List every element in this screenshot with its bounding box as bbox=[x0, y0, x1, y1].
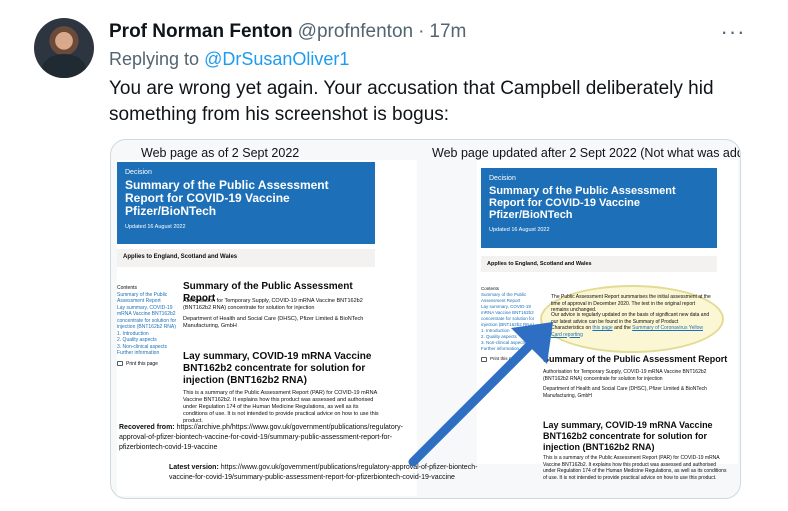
separator-dot: · bbox=[418, 21, 425, 42]
replying-to: Replying to @DrSusanOliver1 bbox=[109, 49, 349, 70]
callout-paragraph-1: The Public Assessment Report summarises … bbox=[551, 294, 711, 313]
contents-item[interactable]: Further information bbox=[117, 350, 179, 357]
tweet-image[interactable]: Web page as of 2 Sept 2022 Web page upda… bbox=[110, 139, 741, 499]
left-dept-text: Department of Health and Social Care (DH… bbox=[183, 316, 364, 329]
right-summary-heading: Summary of the Public Assessment Report bbox=[543, 354, 728, 364]
callout-link-this-page[interactable]: this page bbox=[592, 325, 612, 331]
right-banner-title: Summary of the Public Assessment Report … bbox=[489, 185, 676, 221]
tweet-text: You are wrong yet again. Your accusation… bbox=[109, 78, 714, 125]
left-auth-text: Authorisation for Temporary Supply, COVI… bbox=[183, 298, 363, 311]
arrow-annotation bbox=[408, 322, 553, 467]
author-name[interactable]: Prof Norman Fenton bbox=[109, 21, 293, 43]
replying-prefix: Replying to bbox=[109, 49, 200, 69]
left-lay-text: This is a summary of the Public Assessme… bbox=[183, 390, 379, 424]
print-label: Print this page bbox=[126, 360, 158, 367]
left-banner-date: Updated 16 August 2022 bbox=[125, 224, 186, 230]
right-auth-text: Authorisation for Temporary Supply, COVI… bbox=[543, 369, 707, 382]
recovered-from: Recovered from: https://archive.ph/https… bbox=[119, 423, 409, 453]
left-banner-title: Summary of the Public Assessment Report … bbox=[125, 178, 329, 218]
arrow-shaft bbox=[408, 337, 538, 467]
contents-item[interactable]: Summary of the Public Assessment Report bbox=[117, 292, 179, 305]
printer-icon bbox=[117, 361, 123, 367]
recovered-label: Recovered from: bbox=[119, 424, 175, 431]
right-lay-text: This is a summary of the Public Assessme… bbox=[543, 455, 727, 481]
tweet-time[interactable]: 17m bbox=[429, 21, 466, 43]
left-banner-kicker: Decision bbox=[125, 169, 152, 176]
left-lay-heading: Lay summary, COVID-19 mRNA Vaccine BNT16… bbox=[183, 351, 372, 386]
callout-paragraph-2: Our advice is regularly updated on the b… bbox=[551, 312, 711, 338]
left-caption: Web page as of 2 Sept 2022 bbox=[141, 146, 300, 160]
right-banner: Decision Summary of the Public Assessmen… bbox=[481, 168, 717, 248]
contents-item[interactable]: Summary of the Public Assessment Report bbox=[481, 292, 536, 304]
right-applies: Applies to England, Scotland and Wales bbox=[481, 256, 717, 272]
right-banner-date: Updated 16 August 2022 bbox=[489, 227, 550, 233]
right-banner-kicker: Decision bbox=[489, 175, 516, 182]
avatar[interactable] bbox=[34, 18, 94, 78]
callout-text-b: and the bbox=[614, 325, 631, 331]
author-handle[interactable]: @profnfenton bbox=[298, 21, 413, 43]
right-caption: Web page updated after 2 Sept 2022 (Not … bbox=[432, 146, 741, 160]
print-link[interactable]: Print this page bbox=[117, 361, 179, 368]
left-banner: Decision Summary of the Public Assessmen… bbox=[117, 162, 375, 244]
contents-item[interactable]: Lay summary, COVID-19 mRNA Vaccine BNT16… bbox=[117, 305, 179, 331]
left-applies: Applies to England, Scotland and Wales bbox=[117, 249, 375, 267]
tweet-header: Prof Norman Fenton @profnfenton · 17m bbox=[109, 19, 749, 45]
right-lay-heading: Lay summary, COVID-19 mRNA Vaccine BNT16… bbox=[543, 420, 713, 452]
replying-mention-link[interactable]: @DrSusanOliver1 bbox=[204, 49, 349, 69]
more-dots-icon[interactable]: ··· bbox=[713, 18, 753, 46]
latest-label: Latest version: bbox=[169, 464, 219, 471]
left-contents: Contents Summary of the Public Assessmen… bbox=[117, 285, 179, 367]
right-dept-text: Department of Health and Social Care (DH… bbox=[543, 386, 707, 399]
